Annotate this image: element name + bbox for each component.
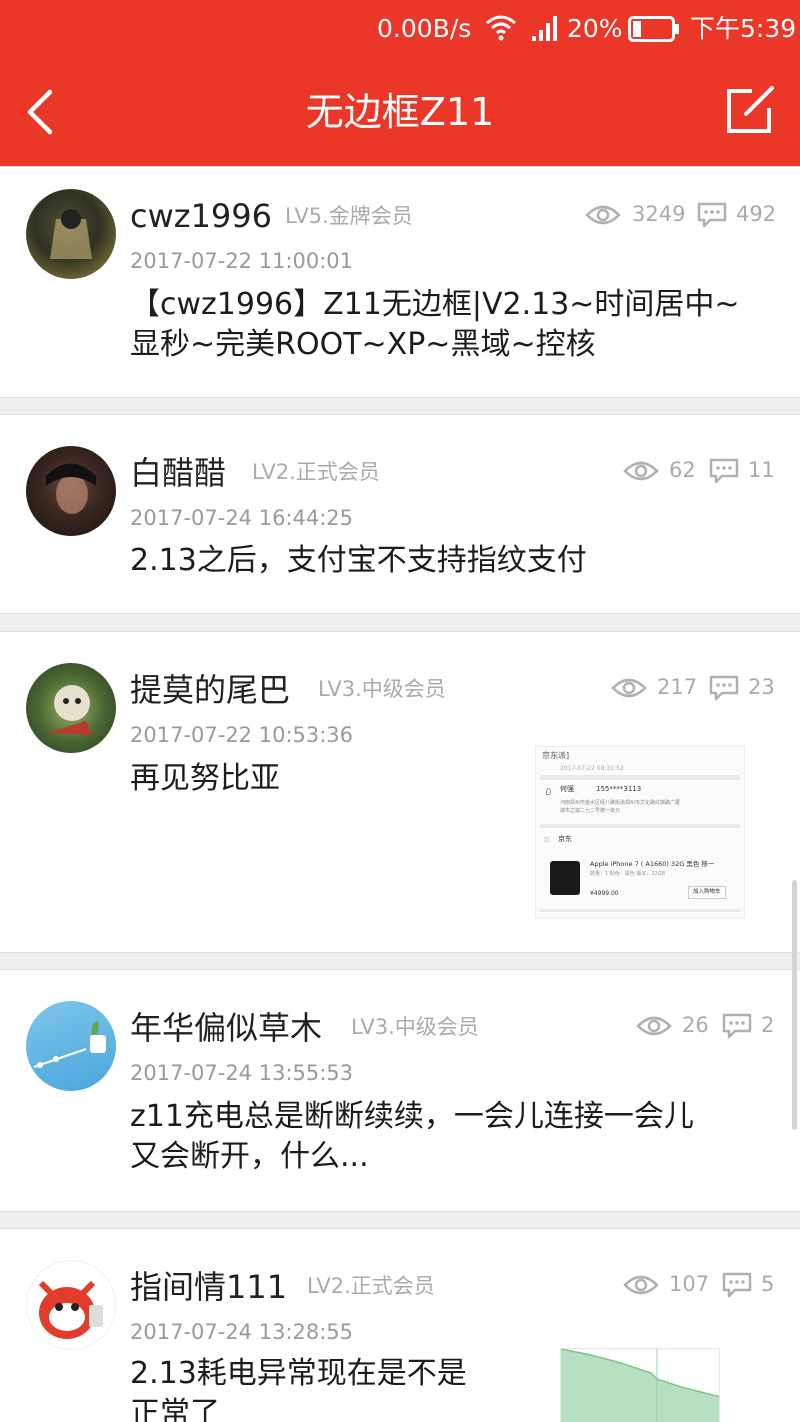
post-date: 2017-07-24 13:55:53 — [130, 1061, 354, 1085]
signal-icon — [532, 16, 557, 41]
post-card[interactable]: cwz1996 LV5.金牌会员 3249 492 2017-07-22 11:… — [0, 166, 800, 398]
author-name[interactable]: 提莫的尾巴 — [130, 669, 290, 711]
view-count: 217 — [657, 675, 698, 699]
post-date: 2017-07-22 11:00:01 — [130, 249, 354, 273]
thumb-address: 城市之窗二七二号楼一单元 — [560, 808, 621, 814]
post-title-line[interactable]: z11充电总是断断续续，一会儿连接一会儿 — [130, 1096, 694, 1138]
page-title: 无边框Z11 — [305, 90, 495, 134]
status-bar: 0.00B/s 20% 下午5:39 — [0, 0, 800, 58]
edit-post-icon[interactable] — [722, 84, 776, 138]
post-title-line[interactable]: 正常了 — [130, 1393, 220, 1422]
location-pin-icon — [546, 788, 551, 795]
post-card[interactable]: 白醋醋 LV2.正式会员 62 11 2017-07-24 16:44:25 2… — [0, 414, 800, 614]
app-bar: 无边框Z11 — [0, 58, 800, 166]
comment-icon — [722, 1013, 752, 1039]
author-name[interactable]: 指间情111 — [130, 1266, 287, 1308]
views-eye-icon — [585, 205, 621, 225]
wifi-icon — [486, 15, 516, 41]
post-title-line[interactable]: 又会断开，什么... — [130, 1136, 369, 1178]
post-thumbnail[interactable]: 京东派] 2017-07-22 08:31:52 何强 155****3113 … — [535, 746, 745, 918]
view-count: 62 — [669, 458, 696, 482]
thumb-time: 2017-07-22 08:31:52 — [560, 765, 624, 772]
comment-icon — [722, 1272, 752, 1298]
network-speed: 0.00B/s — [377, 14, 472, 43]
scrollbar[interactable] — [792, 880, 797, 1130]
post-date: 2017-07-22 10:53:36 — [130, 723, 354, 747]
post-card[interactable]: 提莫的尾巴 LV3.中级会员 217 23 2017-07-22 10:53:3… — [0, 631, 800, 953]
views-eye-icon — [636, 1016, 672, 1036]
shop-icon: ◫ — [544, 836, 550, 843]
post-thumbnail[interactable] — [560, 1348, 720, 1422]
member-level: LV5.金牌会员 — [285, 204, 413, 228]
battery-graph-thumbnail — [561, 1349, 719, 1422]
comment-icon — [709, 458, 739, 484]
author-name[interactable]: cwz1996 — [130, 195, 272, 237]
thumb-store: 京东派] — [542, 751, 570, 760]
member-level: LV3.中级会员 — [351, 1015, 479, 1039]
comment-count: 492 — [736, 202, 777, 226]
battery-percent: 20% — [567, 14, 623, 43]
thumb-product: Apple iPhone 7 ( A1660) 32G 黑色 移一 — [590, 860, 715, 868]
member-level: LV3.中级会员 — [318, 677, 446, 701]
thumb-divider — [540, 824, 740, 828]
thumb-cart-button: 加入购物车 — [688, 886, 726, 899]
comment-icon — [709, 675, 739, 701]
thumb-spec: 数量：1 颜色：黑色 版本：32GB — [590, 871, 666, 877]
post-card[interactable]: 年华偏似草木 LV3.中级会员 26 2 2017-07-24 13:55:53… — [0, 969, 800, 1212]
member-level: LV2.正式会员 — [307, 1274, 435, 1298]
post-title-line[interactable]: 再见努比亚 — [130, 758, 280, 800]
views-eye-icon — [611, 678, 647, 698]
view-count: 3249 — [632, 202, 686, 226]
post-card[interactable]: 指间情111 LV2.正式会员 107 5 2017-07-24 13:28:5… — [0, 1228, 800, 1422]
author-name[interactable]: 年华偏似草木 — [130, 1007, 322, 1049]
post-title-line[interactable]: 显秒~完美ROOT~XP~黑域~控核 — [130, 324, 596, 366]
phone-product-image — [550, 861, 580, 895]
post-date: 2017-07-24 16:44:25 — [130, 506, 354, 530]
comment-count: 23 — [748, 675, 775, 699]
avatar[interactable] — [26, 189, 116, 279]
thumb-address: 河南郑州市金水区经八路街道郑州市文化路红旗路广厦 — [560, 800, 681, 806]
comment-count: 5 — [761, 1272, 775, 1296]
post-title-line[interactable]: 2.13耗电异常现在是不是 — [130, 1353, 467, 1395]
thumb-divider — [540, 909, 740, 912]
views-eye-icon — [623, 461, 659, 481]
thumb-shop: 京东 — [558, 835, 572, 843]
views-eye-icon — [623, 1275, 659, 1295]
view-count: 26 — [682, 1013, 709, 1037]
thumb-recipient: 何强 — [560, 785, 574, 793]
battery-icon — [628, 16, 679, 42]
post-title-line[interactable]: 【cwz1996】Z11无边框|V2.13~时间居中~ — [130, 284, 740, 326]
thumb-phone: 155****3113 — [596, 785, 642, 793]
comment-count: 11 — [748, 458, 775, 482]
avatar[interactable] — [26, 1001, 116, 1091]
clock: 下午5:39 — [690, 14, 797, 43]
comment-icon — [697, 202, 727, 228]
avatar[interactable] — [26, 1260, 116, 1350]
member-level: LV2.正式会员 — [252, 460, 380, 484]
avatar[interactable] — [26, 663, 116, 753]
comment-count: 2 — [761, 1013, 775, 1037]
avatar[interactable] — [26, 446, 116, 536]
thumb-divider — [540, 775, 740, 780]
thumb-price: ¥4999.00 — [590, 890, 619, 897]
view-count: 107 — [669, 1272, 710, 1296]
author-name[interactable]: 白醋醋 — [130, 452, 226, 494]
post-title-line[interactable]: 2.13之后，支付宝不支持指纹支付 — [130, 540, 587, 582]
post-date: 2017-07-24 13:28:55 — [130, 1320, 354, 1344]
